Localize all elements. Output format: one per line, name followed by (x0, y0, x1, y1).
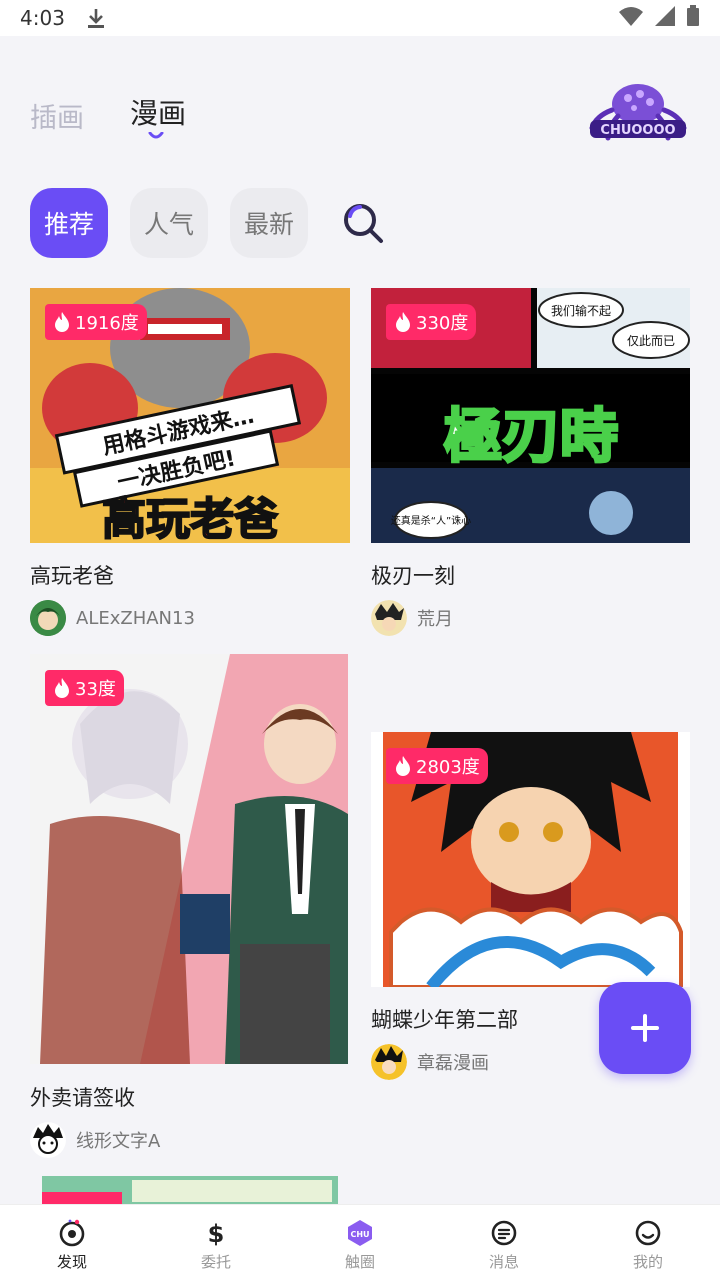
comic-cover[interactable]: 33度 (30, 654, 348, 1064)
plus-icon (631, 1014, 659, 1042)
cover-text-big: 極刃時 (444, 402, 618, 470)
heat-value: 1916度 (75, 313, 139, 334)
chu-circle-icon: CHU (348, 1220, 372, 1246)
status-bar: 4:03 (0, 0, 720, 36)
dollar-icon: $ (208, 1220, 225, 1247)
comic-cover[interactable] (42, 1176, 338, 1204)
cover-text-big: 高玩老爸 (102, 494, 278, 543)
nav-messages[interactable]: 消息 (432, 1205, 576, 1280)
smile-icon (635, 1220, 661, 1246)
comic-cover[interactable]: 用格斗游戏来… 一决胜负吧! 高玩老爸 1916度 (30, 288, 350, 543)
nav-label: 委托 (200, 1253, 231, 1271)
heat-badge: 1916度 (45, 304, 147, 340)
add-button[interactable] (599, 982, 691, 1074)
comic-author[interactable]: 线形文字A (30, 1122, 160, 1158)
filter-latest[interactable]: 最新 (230, 188, 309, 258)
tab-illustration[interactable]: 插画 (30, 96, 84, 135)
heat-value: 330度 (416, 313, 469, 334)
filter-popular[interactable]: 人气 (130, 188, 209, 258)
flame-icon (55, 678, 69, 698)
nav-discover[interactable]: 发现 (0, 1205, 144, 1280)
cover-bubble-3: 还真是杀“人”诛心 (391, 514, 471, 527)
heat-value: 33度 (75, 679, 116, 700)
comic-author[interactable]: ALExZHAN13 (30, 600, 195, 636)
signal-icon (654, 5, 676, 32)
message-icon (491, 1220, 517, 1246)
comic-card[interactable]: 我们输不起 仅此而已 極刃時 还真是杀“人”诛心 330度 极刃一刻 荒月 (371, 288, 690, 648)
avatar (30, 600, 66, 636)
nav-profile[interactable]: 我的 (576, 1205, 720, 1280)
nav-circle[interactable]: CHU 触圈 (288, 1205, 432, 1280)
wifi-icon (618, 5, 644, 32)
comic-card[interactable] (42, 1176, 338, 1204)
comic-author[interactable]: 章磊漫画 (371, 1044, 489, 1080)
tab-comic[interactable]: 漫画 (130, 92, 186, 132)
nav-label: 我的 (632, 1253, 663, 1271)
flame-icon (55, 312, 69, 332)
filter-bar: 推荐 人气 最新 (30, 188, 384, 258)
comic-card[interactable]: 用格斗游戏来… 一决胜负吧! 高玩老爸 1916度 高玩老爸 ALExZHAN1… (30, 288, 350, 648)
comic-title[interactable]: 蝴蝶少年第二部 (371, 1004, 518, 1034)
battery-icon (686, 4, 700, 32)
svg-text:CHU: CHU (350, 1230, 369, 1239)
cover-bubble-1: 我们输不起 (551, 303, 611, 318)
nav-label: 消息 (488, 1253, 519, 1271)
heat-value: 2803度 (416, 757, 480, 778)
logo-text: CHUOOOO (600, 123, 675, 138)
svg-text:$: $ (208, 1220, 225, 1247)
author-name: 荒月 (417, 609, 453, 630)
app-screen: 4:03 插画 漫画 CHUOOOO 推荐 人气 最新 用格斗游戏来… 一决胜负… (0, 0, 720, 1280)
status-icons (618, 4, 700, 32)
nav-label: 触圈 (344, 1253, 375, 1271)
author-name: 线形文字A (76, 1131, 161, 1152)
top-nav: 插画 漫画 CHUOOOO (0, 36, 720, 176)
comic-title[interactable]: 极刃一刻 (371, 560, 455, 590)
status-time: 4:03 (20, 6, 65, 30)
author-name: 章磊漫画 (417, 1053, 489, 1074)
comic-cover[interactable]: 我们输不起 仅此而已 極刃時 还真是杀“人”诛心 330度 (371, 288, 690, 543)
bottom-nav: 发现 $ 委托 CHU 触圈 消息 我的 (0, 1204, 720, 1280)
app-logo[interactable]: CHUOOOO (588, 80, 688, 144)
flame-icon (396, 312, 410, 332)
discover-icon (59, 1219, 85, 1247)
comic-title[interactable]: 外卖请签收 (30, 1082, 135, 1112)
heat-badge: 33度 (45, 670, 124, 706)
comic-card[interactable]: 33度 外卖请签收 线形文字A (30, 654, 348, 1164)
comic-cover[interactable]: 2803度 (371, 732, 690, 987)
tab-active-indicator (148, 132, 164, 139)
flame-icon (396, 756, 410, 776)
download-icon (87, 7, 105, 29)
nav-commission[interactable]: $ 委托 (144, 1205, 288, 1280)
comic-author[interactable]: 荒月 (371, 600, 453, 636)
filter-recommended[interactable]: 推荐 (30, 188, 109, 258)
avatar (30, 1122, 66, 1158)
avatar (371, 1044, 407, 1080)
cover-bubble-2: 仅此而已 (627, 334, 675, 348)
search-icon[interactable] (342, 202, 384, 244)
heat-badge: 330度 (386, 304, 477, 340)
avatar (371, 600, 407, 636)
author-name: ALExZHAN13 (76, 607, 195, 629)
nav-label: 发现 (56, 1253, 87, 1271)
heat-badge: 2803度 (386, 748, 488, 784)
comic-title[interactable]: 高玩老爸 (30, 560, 114, 590)
